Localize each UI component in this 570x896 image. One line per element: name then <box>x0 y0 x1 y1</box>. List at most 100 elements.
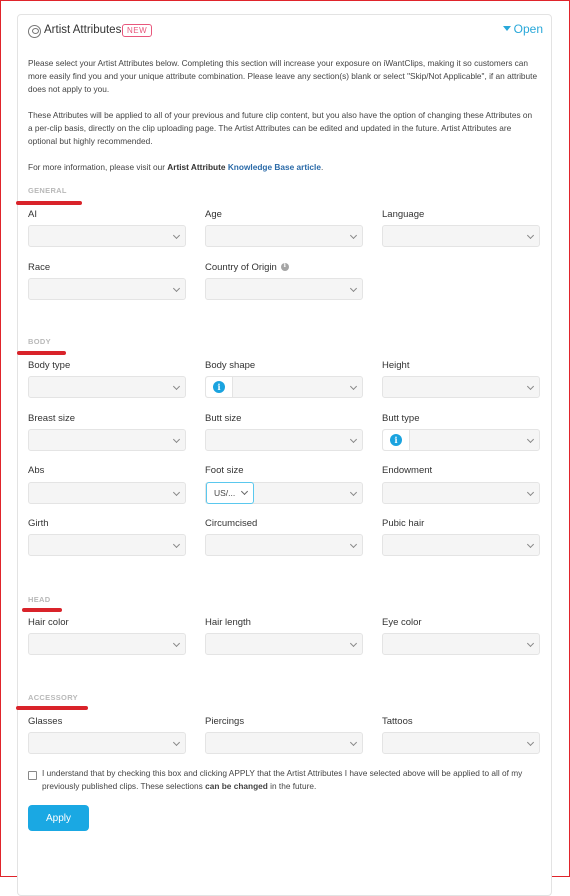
foot-size-unit-value: US/... <box>214 488 236 498</box>
chevron-down-icon <box>349 488 358 497</box>
chevron-down-icon <box>172 435 181 444</box>
select-endowment[interactable] <box>382 482 540 504</box>
select-ai[interactable] <box>28 225 186 247</box>
open-toggle-label: Open <box>513 22 543 36</box>
intro-paragraph-3: For more information, please visit our A… <box>28 161 538 174</box>
select-breast-size[interactable] <box>28 429 186 451</box>
select-language[interactable] <box>382 225 540 247</box>
section-general: GENERAL <box>28 186 67 195</box>
chevron-down-icon <box>172 738 181 747</box>
label-piercings: Piercings <box>205 716 245 727</box>
select-hair-color[interactable] <box>28 633 186 655</box>
intro-p3-prefix: For more information, please visit our <box>28 162 168 172</box>
consent-text-bold: can be changed <box>205 781 268 791</box>
select-age[interactable] <box>205 225 363 247</box>
label-butt-type: Butt type <box>382 413 420 424</box>
select-tattoos[interactable] <box>382 732 540 754</box>
label-race: Race <box>28 262 51 273</box>
apply-button[interactable]: Apply <box>28 805 89 831</box>
select-glasses[interactable] <box>28 732 186 754</box>
label-age: Age <box>205 209 222 220</box>
select-butt-type[interactable] <box>382 429 540 451</box>
select-hair-length[interactable] <box>205 633 363 655</box>
chevron-down-icon <box>349 382 358 391</box>
chevron-down-icon <box>526 382 535 391</box>
chevron-down-icon <box>526 639 535 648</box>
knowledge-base-link[interactable]: Knowledge Base article <box>228 162 321 172</box>
annotation-underline-body <box>17 351 66 355</box>
label-country-of-origin: Country of Origin <box>205 262 289 273</box>
intro-p3-bold: Artist Attribute <box>167 162 226 172</box>
consent-checkbox[interactable] <box>28 771 37 780</box>
label-body-shape: Body shape <box>205 360 256 371</box>
label-tattoos: Tattoos <box>382 716 413 727</box>
label-hair-color: Hair color <box>28 617 69 628</box>
chevron-down-icon <box>349 738 358 747</box>
select-country-of-origin[interactable] <box>205 278 363 300</box>
artist-attributes-card: Artist Attributes NEW Open Please select… <box>16 14 552 896</box>
open-toggle[interactable]: Open <box>502 22 543 36</box>
label-endowment: Endowment <box>382 465 433 476</box>
consent-text: I understand that by checking this box a… <box>42 767 542 793</box>
body-shape-info-addon[interactable] <box>206 377 233 397</box>
annotation-underline-accessory <box>16 706 88 710</box>
select-piercings[interactable] <box>205 732 363 754</box>
chevron-down-icon <box>526 435 535 444</box>
chevron-down-icon <box>172 639 181 648</box>
label-hair-length: Hair length <box>205 617 251 628</box>
chevron-down-icon <box>526 231 535 240</box>
label-girth: Girth <box>28 518 49 529</box>
chevron-down-icon <box>172 231 181 240</box>
chevron-down-icon <box>172 284 181 293</box>
label-circumcised: Circumcised <box>205 518 258 529</box>
section-accessory: ACCESSORY <box>28 693 78 702</box>
label-ai: AI <box>28 209 37 220</box>
chevron-down-icon <box>349 435 358 444</box>
select-girth[interactable] <box>28 534 186 556</box>
card-header: Artist Attributes NEW Open <box>18 15 551 45</box>
chevron-down-icon <box>526 738 535 747</box>
label-body-type: Body type <box>28 360 71 371</box>
label-country-of-origin-text: Country of Origin <box>205 262 277 273</box>
info-icon <box>390 434 402 446</box>
select-height[interactable] <box>382 376 540 398</box>
foot-size-unit-select[interactable]: US/... <box>206 482 254 504</box>
label-language: Language <box>382 209 425 220</box>
chevron-down-icon <box>349 639 358 648</box>
select-foot-size[interactable]: US/... <box>205 482 363 504</box>
section-head: HEAD <box>28 595 51 604</box>
butt-type-info-addon[interactable] <box>383 430 410 450</box>
select-body-type[interactable] <box>28 376 186 398</box>
label-butt-size: Butt size <box>205 413 242 424</box>
section-body: BODY <box>28 337 51 346</box>
new-badge: NEW <box>122 24 153 37</box>
consent-text-suffix: in the future. <box>267 781 317 791</box>
select-butt-size[interactable] <box>205 429 363 451</box>
chevron-down-icon <box>526 488 535 497</box>
annotation-underline-head <box>22 608 62 612</box>
annotation-underline-general <box>16 201 82 205</box>
chevron-down-icon <box>349 284 358 293</box>
label-breast-size: Breast size <box>28 413 75 424</box>
select-race[interactable] <box>28 278 186 300</box>
chevron-down-icon <box>349 231 358 240</box>
label-pubic-hair: Pubic hair <box>382 518 425 529</box>
user-circle-icon <box>28 25 41 38</box>
select-body-shape[interactable] <box>205 376 363 398</box>
select-circumcised[interactable] <box>205 534 363 556</box>
select-pubic-hair[interactable] <box>382 534 540 556</box>
label-foot-size: Foot size <box>205 465 244 476</box>
intro-paragraph-2: These Attributes will be applied to all … <box>28 110 533 146</box>
info-icon <box>213 381 225 393</box>
chevron-down-icon <box>172 488 181 497</box>
intro-p3-suffix: . <box>320 162 324 172</box>
info-icon[interactable] <box>280 262 289 271</box>
label-eye-color: Eye color <box>382 617 422 628</box>
chevron-down-icon <box>240 487 249 496</box>
label-glasses: Glasses <box>28 716 63 727</box>
label-abs: Abs <box>28 465 45 476</box>
intro-paragraph-1: Please select your Artist Attributes bel… <box>28 58 538 94</box>
select-eye-color[interactable] <box>382 633 540 655</box>
chevron-down-icon <box>349 540 358 549</box>
select-abs[interactable] <box>28 482 186 504</box>
